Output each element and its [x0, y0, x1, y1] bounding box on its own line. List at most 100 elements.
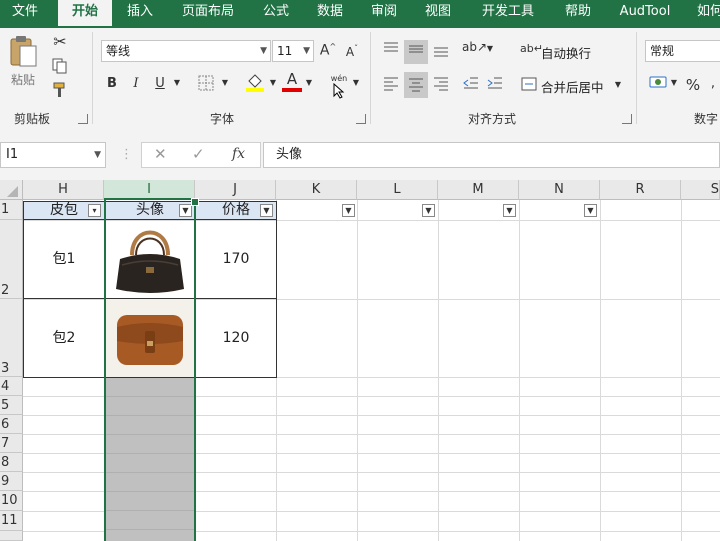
font-name-value: 等线: [106, 44, 131, 58]
font-name-combo[interactable]: 等线 ▼: [101, 40, 271, 62]
chevron-down-icon[interactable]: ▼: [304, 78, 314, 87]
column-header-m[interactable]: M: [438, 180, 519, 200]
paste-label: 粘贴: [10, 73, 35, 87]
select-all-corner[interactable]: [0, 180, 23, 200]
filter-dropdown-icon[interactable]: ▼: [503, 204, 516, 217]
menu-view[interactable]: 视图: [416, 0, 460, 28]
filter-dropdown-icon[interactable]: ▼: [422, 204, 435, 217]
gridline: [357, 200, 358, 541]
decrease-font-icon[interactable]: Aˇ: [342, 44, 362, 59]
decrease-indent-icon[interactable]: [460, 74, 482, 96]
phonetic-guide-icon[interactable]: wén: [328, 74, 350, 101]
table-cell-name[interactable]: 包1: [24, 221, 104, 298]
column-header-i[interactable]: I: [104, 180, 195, 200]
column-header-n[interactable]: N: [519, 180, 600, 200]
chevron-down-icon: ▼: [94, 150, 101, 160]
chevron-down-icon[interactable]: ▼: [172, 78, 182, 87]
row-header-2[interactable]: 2: [0, 220, 23, 299]
menu-formulas[interactable]: 公式: [254, 0, 298, 28]
name-box[interactable]: I1 ▼: [0, 142, 106, 168]
font-launcher-icon[interactable]: [356, 114, 366, 124]
column-header-h[interactable]: H: [23, 180, 104, 200]
format-painter-icon[interactable]: [50, 82, 70, 100]
formula-input[interactable]: 头像: [263, 142, 720, 168]
row-header-7[interactable]: 7: [0, 434, 23, 453]
table-cell-price[interactable]: 120: [196, 299, 276, 377]
align-right-icon[interactable]: [430, 74, 452, 96]
paste-button[interactable]: 粘贴: [6, 34, 40, 96]
menu-insert[interactable]: 插入: [118, 0, 162, 28]
column-header-s[interactable]: S: [681, 180, 720, 200]
row-header-4[interactable]: 4: [0, 377, 23, 396]
menu-data[interactable]: 数据: [308, 0, 352, 28]
chevron-down-icon[interactable]: ▼: [268, 78, 278, 87]
menu-help[interactable]: 帮助: [556, 0, 600, 28]
menu-home[interactable]: 开始: [58, 0, 112, 28]
wrap-text-button[interactable]: 自动换行: [541, 43, 591, 62]
underline-button[interactable]: U: [152, 76, 168, 91]
cancel-icon[interactable]: ✕: [154, 145, 167, 163]
currency-icon[interactable]: [648, 74, 670, 95]
row-header-3[interactable]: 3: [0, 299, 23, 377]
chevron-down-icon[interactable]: ▼: [486, 44, 494, 53]
merge-center-icon[interactable]: [520, 76, 538, 95]
insert-function-icon[interactable]: fx: [232, 146, 245, 162]
chevron-down-icon[interactable]: ▼: [220, 78, 230, 87]
italic-button[interactable]: I: [128, 76, 144, 91]
clipboard-launcher-icon[interactable]: [78, 114, 88, 124]
filter-dropdown-icon[interactable]: ▼: [342, 204, 355, 217]
table-cell-price[interactable]: 170: [196, 221, 276, 298]
align-left-icon[interactable]: [380, 74, 402, 96]
column-header-k[interactable]: K: [276, 180, 357, 200]
copy-icon[interactable]: [50, 58, 70, 76]
row-header-6[interactable]: 6: [0, 415, 23, 434]
table-cell-name[interactable]: 包2: [24, 299, 104, 377]
font-size-combo[interactable]: 11 ▼: [272, 40, 314, 62]
menu-page-layout[interactable]: 页面布局: [172, 0, 244, 28]
gridline: [600, 200, 601, 541]
alignment-launcher-icon[interactable]: [622, 114, 632, 124]
row-header-1[interactable]: 1: [0, 200, 23, 220]
percent-button[interactable]: %: [684, 76, 702, 94]
menu-search[interactable]: 如何: [690, 0, 720, 28]
align-middle-icon[interactable]: [404, 40, 428, 64]
chevron-down-icon[interactable]: ▼: [614, 80, 622, 89]
row-header-8[interactable]: 8: [0, 453, 23, 472]
align-top-icon[interactable]: [380, 40, 402, 62]
increase-indent-icon[interactable]: [484, 74, 506, 96]
row-header-12[interactable]: [0, 531, 23, 541]
border-icon[interactable]: [196, 75, 216, 94]
row-header-11[interactable]: 11: [0, 511, 23, 531]
cut-icon[interactable]: ✂: [50, 32, 70, 51]
menu-file[interactable]: 文件: [0, 0, 50, 28]
filter-dropdown-icon[interactable]: ▾: [88, 204, 101, 217]
menu-review[interactable]: 审阅: [362, 0, 406, 28]
row-header-5[interactable]: 5: [0, 396, 23, 415]
font-color-icon[interactable]: A: [282, 72, 302, 92]
fill-handle[interactable]: [191, 198, 199, 206]
header-text: 皮包: [50, 202, 78, 218]
orientation-icon[interactable]: ab↗: [462, 40, 487, 62]
align-bottom-icon[interactable]: [430, 40, 452, 62]
column-header-l[interactable]: L: [357, 180, 438, 200]
bold-button[interactable]: B: [104, 76, 120, 91]
chevron-down-icon[interactable]: ▼: [352, 78, 360, 87]
filter-dropdown-icon[interactable]: ▼: [584, 204, 597, 217]
merge-center-button[interactable]: 合并后居中: [541, 77, 604, 96]
chevron-down-icon[interactable]: ▼: [670, 78, 678, 87]
worksheet-grid[interactable]: H I J K L M N R S 1 2 3 4 5 6 7 8 9 10 1…: [0, 180, 720, 541]
column-header-r[interactable]: R: [600, 180, 681, 200]
align-center-icon[interactable]: [404, 72, 428, 98]
column-header-j[interactable]: J: [195, 180, 276, 200]
row-header-9[interactable]: 9: [0, 472, 23, 491]
menu-audtool[interactable]: AudTool: [610, 0, 680, 28]
menu-developer[interactable]: 开发工具: [470, 0, 546, 28]
comma-icon[interactable]: ,: [706, 76, 720, 91]
enter-icon[interactable]: ✓: [192, 145, 205, 163]
wrap-text-icon[interactable]: ab↵: [520, 42, 543, 55]
fill-color-icon[interactable]: [244, 72, 266, 95]
filter-dropdown-icon[interactable]: ▼: [260, 204, 273, 217]
row-header-10[interactable]: 10: [0, 491, 23, 511]
number-format-combo[interactable]: 常规: [645, 40, 720, 62]
increase-font-icon[interactable]: A^: [318, 42, 338, 59]
